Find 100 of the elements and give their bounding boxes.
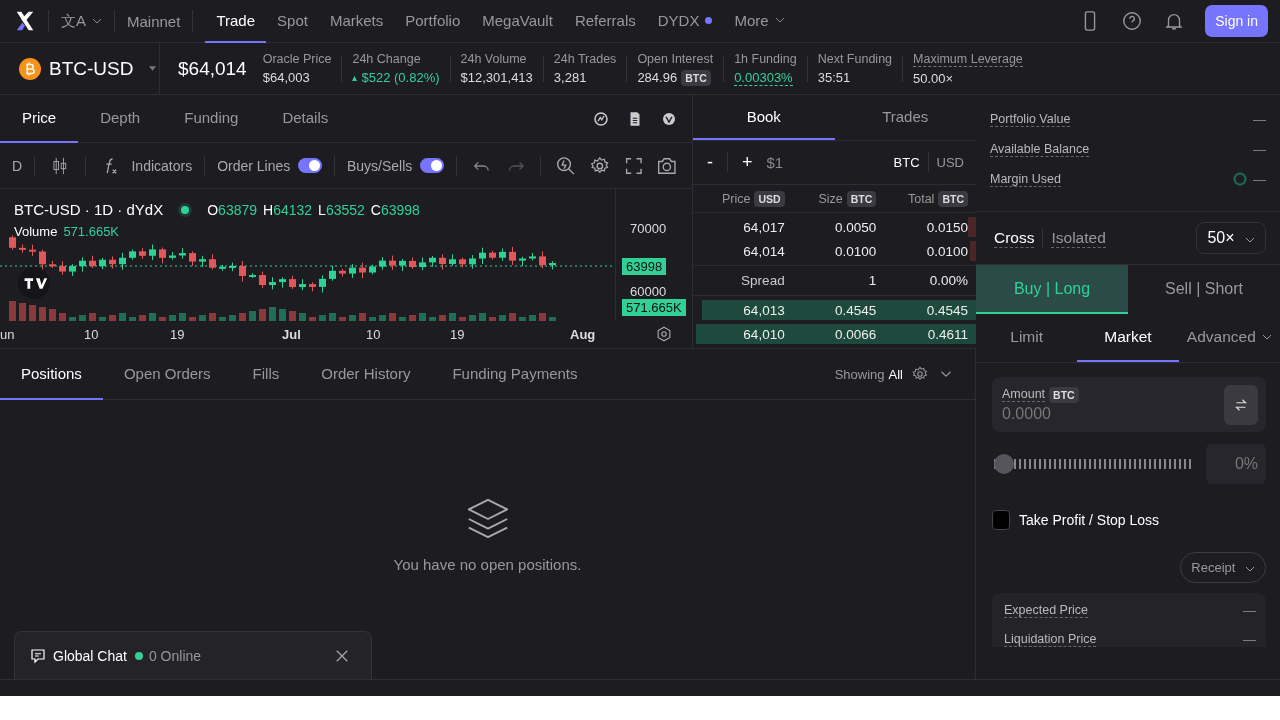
book-tab[interactable]: Trades xyxy=(834,95,976,140)
filter-value[interactable]: All xyxy=(888,366,903,382)
amount-field[interactable]: 0.0000 xyxy=(1002,404,1152,423)
positions-tab[interactable]: Funding Payments xyxy=(431,348,599,400)
status-icon xyxy=(181,205,190,214)
positions-tab[interactable]: Open Orders xyxy=(102,348,232,400)
candle xyxy=(79,256,86,273)
summary-label: Liquidation Price xyxy=(1004,632,1097,647)
slider-thumb[interactable] xyxy=(994,454,1014,474)
unit-toggle[interactable]: BTC xyxy=(893,154,920,170)
candle xyxy=(539,250,546,269)
stat-value: 3,281 xyxy=(553,70,587,85)
toggle-switch[interactable] xyxy=(420,158,444,173)
candle xyxy=(279,276,286,289)
toggle-label: Buys/Sells xyxy=(346,157,413,174)
nav-link[interactable]: More xyxy=(723,0,796,43)
ohlc-value: C63998 xyxy=(370,201,420,218)
margin-mode[interactable]: Cross xyxy=(994,228,1035,248)
volume-bar xyxy=(129,317,136,321)
margin-mode[interactable]: Isolated xyxy=(1051,228,1106,248)
stat-label: 1h Funding xyxy=(734,51,797,66)
online-count: 0 Online xyxy=(148,647,202,664)
nav-link[interactable]: Portfolio xyxy=(394,0,472,43)
order-type-tab[interactable]: Market xyxy=(1077,314,1179,362)
stat-label: Oracle Price xyxy=(262,52,332,66)
nav-link[interactable]: Referrals xyxy=(563,0,647,43)
side-tab[interactable]: Sell | Short xyxy=(1128,265,1280,314)
volume-bar xyxy=(249,311,256,321)
caret-icon xyxy=(92,18,102,24)
unit-tag: BTC xyxy=(938,190,968,207)
positions-tab[interactable]: Positions xyxy=(0,348,103,400)
volume-bar xyxy=(389,313,396,321)
candle xyxy=(149,243,156,261)
checkbox[interactable] xyxy=(992,510,1010,530)
order-type-tab[interactable]: Advanced xyxy=(1178,314,1280,362)
account-value: — xyxy=(1253,111,1266,127)
candle xyxy=(549,260,556,270)
swap-button[interactable] xyxy=(1224,384,1258,425)
chart-tab[interactable]: Price xyxy=(0,95,79,143)
nav-link[interactable]: MegaVault xyxy=(471,0,564,43)
chart-tab[interactable]: Funding xyxy=(162,95,261,143)
search-icon[interactable] xyxy=(555,154,577,177)
summary-value: — xyxy=(1243,603,1256,618)
order-type-tab[interactable]: Limit xyxy=(976,314,1078,362)
volume-bar xyxy=(119,313,126,321)
volume-bar xyxy=(419,313,426,321)
candle xyxy=(209,253,216,271)
candle xyxy=(199,255,206,268)
book-tab[interactable]: Book xyxy=(693,95,835,140)
positions-tab[interactable]: Fills xyxy=(231,348,301,400)
order-size: 0.0050 xyxy=(834,219,877,235)
stat-label: Maximum Leverage xyxy=(913,51,1023,67)
positions-tab[interactable]: Order History xyxy=(300,348,432,400)
chart-tab[interactable]: Depth xyxy=(78,95,163,143)
logo-icon[interactable] xyxy=(14,10,36,32)
unit-toggle[interactable]: USD xyxy=(936,154,964,170)
increase-button[interactable]: + xyxy=(736,151,759,173)
tradingview-logo-icon[interactable] xyxy=(18,267,50,299)
order-total: 0.0150 xyxy=(925,219,968,235)
settings-icon[interactable] xyxy=(911,365,929,383)
side-tab[interactable]: Buy | Long xyxy=(976,265,1128,314)
decrease-button[interactable]: - xyxy=(701,151,719,173)
caret-icon xyxy=(1245,566,1255,572)
sign-in-button[interactable]: Sign in xyxy=(1205,5,1268,37)
volume-bar xyxy=(149,313,156,321)
toggle-switch[interactable] xyxy=(298,158,322,173)
nav-link[interactable]: Markets xyxy=(318,0,395,43)
order-price[interactable]: 64,010 xyxy=(693,326,785,342)
nav-link[interactable]: DYDX xyxy=(646,0,724,43)
chat-title: Global Chat xyxy=(53,647,127,664)
candle xyxy=(49,260,56,269)
unit-tag: BTC xyxy=(846,190,877,207)
chart-icon[interactable] xyxy=(592,109,610,128)
candle xyxy=(309,281,316,292)
volume-bar xyxy=(459,317,466,321)
dropdown-icon[interactable] xyxy=(149,66,157,71)
language-button[interactable]: 文A xyxy=(61,11,102,31)
market-symbol[interactable]: BTC-USD xyxy=(49,57,134,80)
stat-value: 35:51 xyxy=(817,70,851,85)
order-price[interactable]: 64,017 xyxy=(693,219,785,235)
order-price[interactable]: 64,013 xyxy=(693,302,785,318)
volume-bar xyxy=(299,313,306,321)
candle xyxy=(69,263,76,277)
help-icon[interactable] xyxy=(1121,10,1144,32)
volume-bar xyxy=(189,317,196,321)
candle xyxy=(259,271,266,289)
settings-icon[interactable] xyxy=(655,325,673,343)
unit-tag: USD xyxy=(754,190,785,207)
chat-panel[interactable]: Global Chat 0 Online xyxy=(14,631,372,679)
nav-link[interactable]: Trade xyxy=(205,0,267,43)
percent-field[interactable]: 0% xyxy=(1206,444,1266,484)
axis-label: 10 xyxy=(84,327,99,342)
indicators-button[interactable]: Indicators xyxy=(131,157,193,174)
order-price[interactable]: 64,014 xyxy=(693,243,785,259)
volume-bar xyxy=(439,315,446,321)
chart-tab[interactable]: Details xyxy=(260,95,351,143)
interval-button[interactable]: D xyxy=(12,157,23,174)
leverage-button[interactable]: 50× xyxy=(1196,222,1266,254)
nav-link[interactable]: Spot xyxy=(266,0,319,43)
candle xyxy=(119,252,126,271)
